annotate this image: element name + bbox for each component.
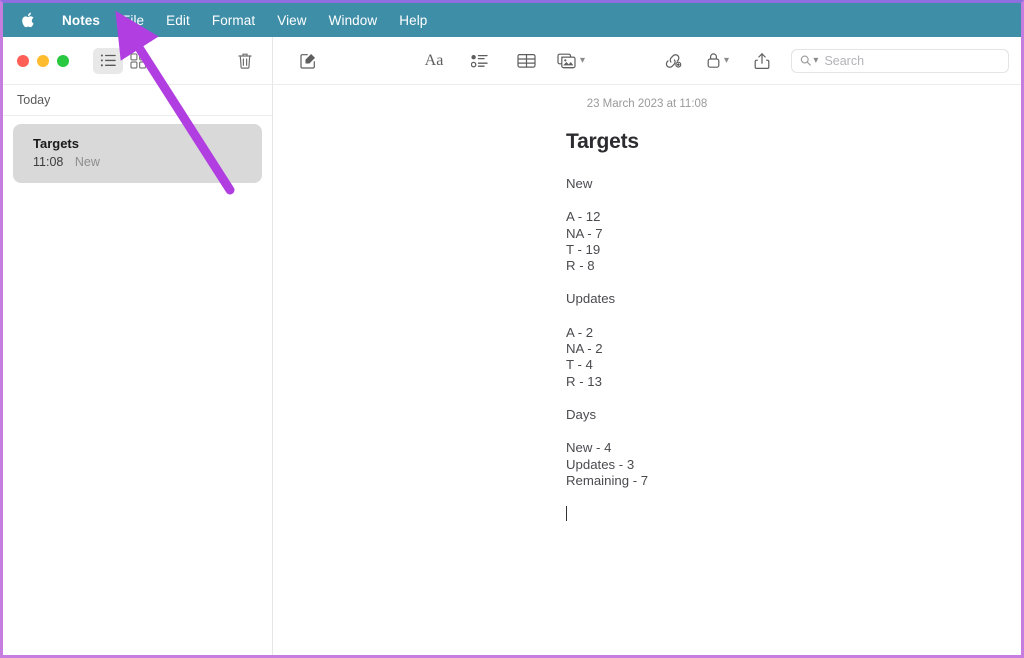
app-window: Notes File Edit Format View Window Help [0,0,1024,658]
search-field[interactable]: ▾ [791,48,1009,73]
note-item-title: Targets [33,136,79,151]
note-block-new-label: New [566,176,593,191]
search-input[interactable] [824,53,1000,68]
format-text-label: Aa [424,51,444,69]
collaborate-icon[interactable] [658,48,688,74]
list-view-icon[interactable] [93,47,123,74]
note-item-meta: 11:08 New [33,155,262,169]
close-button[interactable] [17,54,29,67]
search-icon [800,55,811,66]
menu-item-notes[interactable]: Notes [51,10,111,31]
menu-item-file[interactable]: File [111,10,155,31]
menu-item-edit[interactable]: Edit [155,10,201,31]
note-block-days-label: Days [566,406,597,422]
checklist-icon[interactable] [465,48,495,74]
toolbar-right-section: Aa ▾ ▾ ▾ Search [273,37,1021,84]
menu-item-format[interactable]: Format [201,10,266,31]
window-controls [17,54,69,67]
notes-toolbar: Aa ▾ ▾ ▾ Search [3,37,1021,85]
compose-note-icon[interactable] [293,48,323,74]
note-block-days-values: New - 4 Updates - 3 Remaining - 7 [566,440,649,488]
note-editor[interactable]: 23 March 2023 at 11:08 Targets New A - 1… [273,85,1021,655]
window-body: Today Targets 11:08 New 23 March 2023 at… [3,85,1021,655]
menu-item-window[interactable]: Window [318,10,389,31]
chevron-down-icon[interactable]: ▾ [724,55,729,66]
note-list: Targets 11:08 New [3,116,272,191]
notes-sidebar: Today Targets 11:08 New [3,85,273,655]
list-item[interactable]: Targets 11:08 New [13,124,262,183]
chevron-down-icon[interactable]: ▾ [813,55,818,66]
text-cursor [566,506,981,522]
share-tools: ▾ [658,48,777,74]
media-icon[interactable]: ▾ [557,48,585,74]
share-icon[interactable] [747,48,777,74]
format-text-icon[interactable]: Aa [419,48,449,74]
lock-icon[interactable]: ▾ [706,48,729,74]
note-content[interactable]: Targets New A - 12 NA - 7 T - 19 R - 8 U… [273,130,1021,522]
formatting-tools: Aa ▾ [419,48,585,74]
table-icon[interactable] [511,48,541,74]
gallery-view-icon[interactable] [123,48,153,74]
apple-logo-icon[interactable] [17,9,39,31]
note-block-updates-values: A - 2 NA - 2 T - 4 R - 13 [566,324,603,389]
notes-window: Aa ▾ ▾ ▾ Search Today Targets 11:08 New … [3,37,1021,655]
note-item-preview: New [74,155,100,169]
maximize-button[interactable] [57,54,69,67]
macos-menu-bar: Notes File Edit Format View Window Help [3,3,1021,37]
chevron-down-icon[interactable]: ▾ [580,55,585,66]
menu-item-view[interactable]: View [266,10,317,31]
toolbar-left-section [3,37,273,84]
trash-icon[interactable] [230,48,260,74]
note-date: 23 March 2023 at 11:08 [586,98,708,110]
page-title: Targets [566,130,639,153]
minimize-button[interactable] [37,54,49,67]
menu-item-help[interactable]: Help [388,10,438,31]
sidebar-section-header: Today [3,85,272,116]
note-block-new-values: A - 12 NA - 7 T - 19 R - 8 [566,209,603,274]
note-item-time: 11:08 [33,155,64,169]
note-block-updates-label: Updates [566,291,616,307]
